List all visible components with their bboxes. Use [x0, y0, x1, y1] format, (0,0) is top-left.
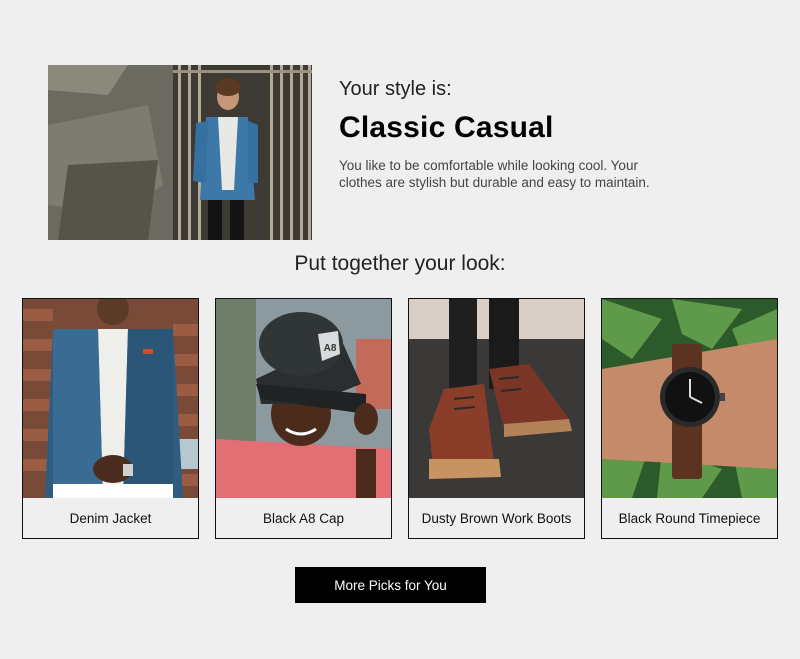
product-card-denim-jacket[interactable]: Denim Jacket	[22, 298, 199, 539]
product-name: Black Round Timepiece	[618, 510, 761, 526]
product-name: Dusty Brown Work Boots	[421, 510, 572, 526]
style-intro: Your style is:	[339, 78, 452, 100]
product-name: Black A8 Cap	[262, 510, 345, 526]
black-cap-photo: A8	[216, 299, 391, 498]
product-card-black-cap[interactable]: A8 Black A8 Cap	[215, 298, 392, 539]
product-name: Denim Jacket	[69, 510, 152, 526]
style-result: Your style is: Classic Casual You like t…	[339, 78, 699, 191]
more-picks-button[interactable]: More Picks for You	[295, 567, 486, 603]
wristwatch-photo	[602, 299, 777, 498]
denim-jacket-photo	[23, 299, 198, 498]
product-card-work-boots[interactable]: Dusty Brown Work Boots	[408, 298, 585, 539]
work-boots-photo	[409, 299, 584, 498]
section-title: Put together your look:	[294, 252, 506, 275]
style-description: You like to be comfortable while looking…	[339, 158, 650, 190]
style-hero-photo	[48, 65, 312, 240]
cap-logo-text: A8	[324, 343, 337, 354]
product-card-wristwatch[interactable]: Black Round Timepiece	[601, 298, 778, 539]
style-name: Classic Casual	[339, 111, 554, 144]
